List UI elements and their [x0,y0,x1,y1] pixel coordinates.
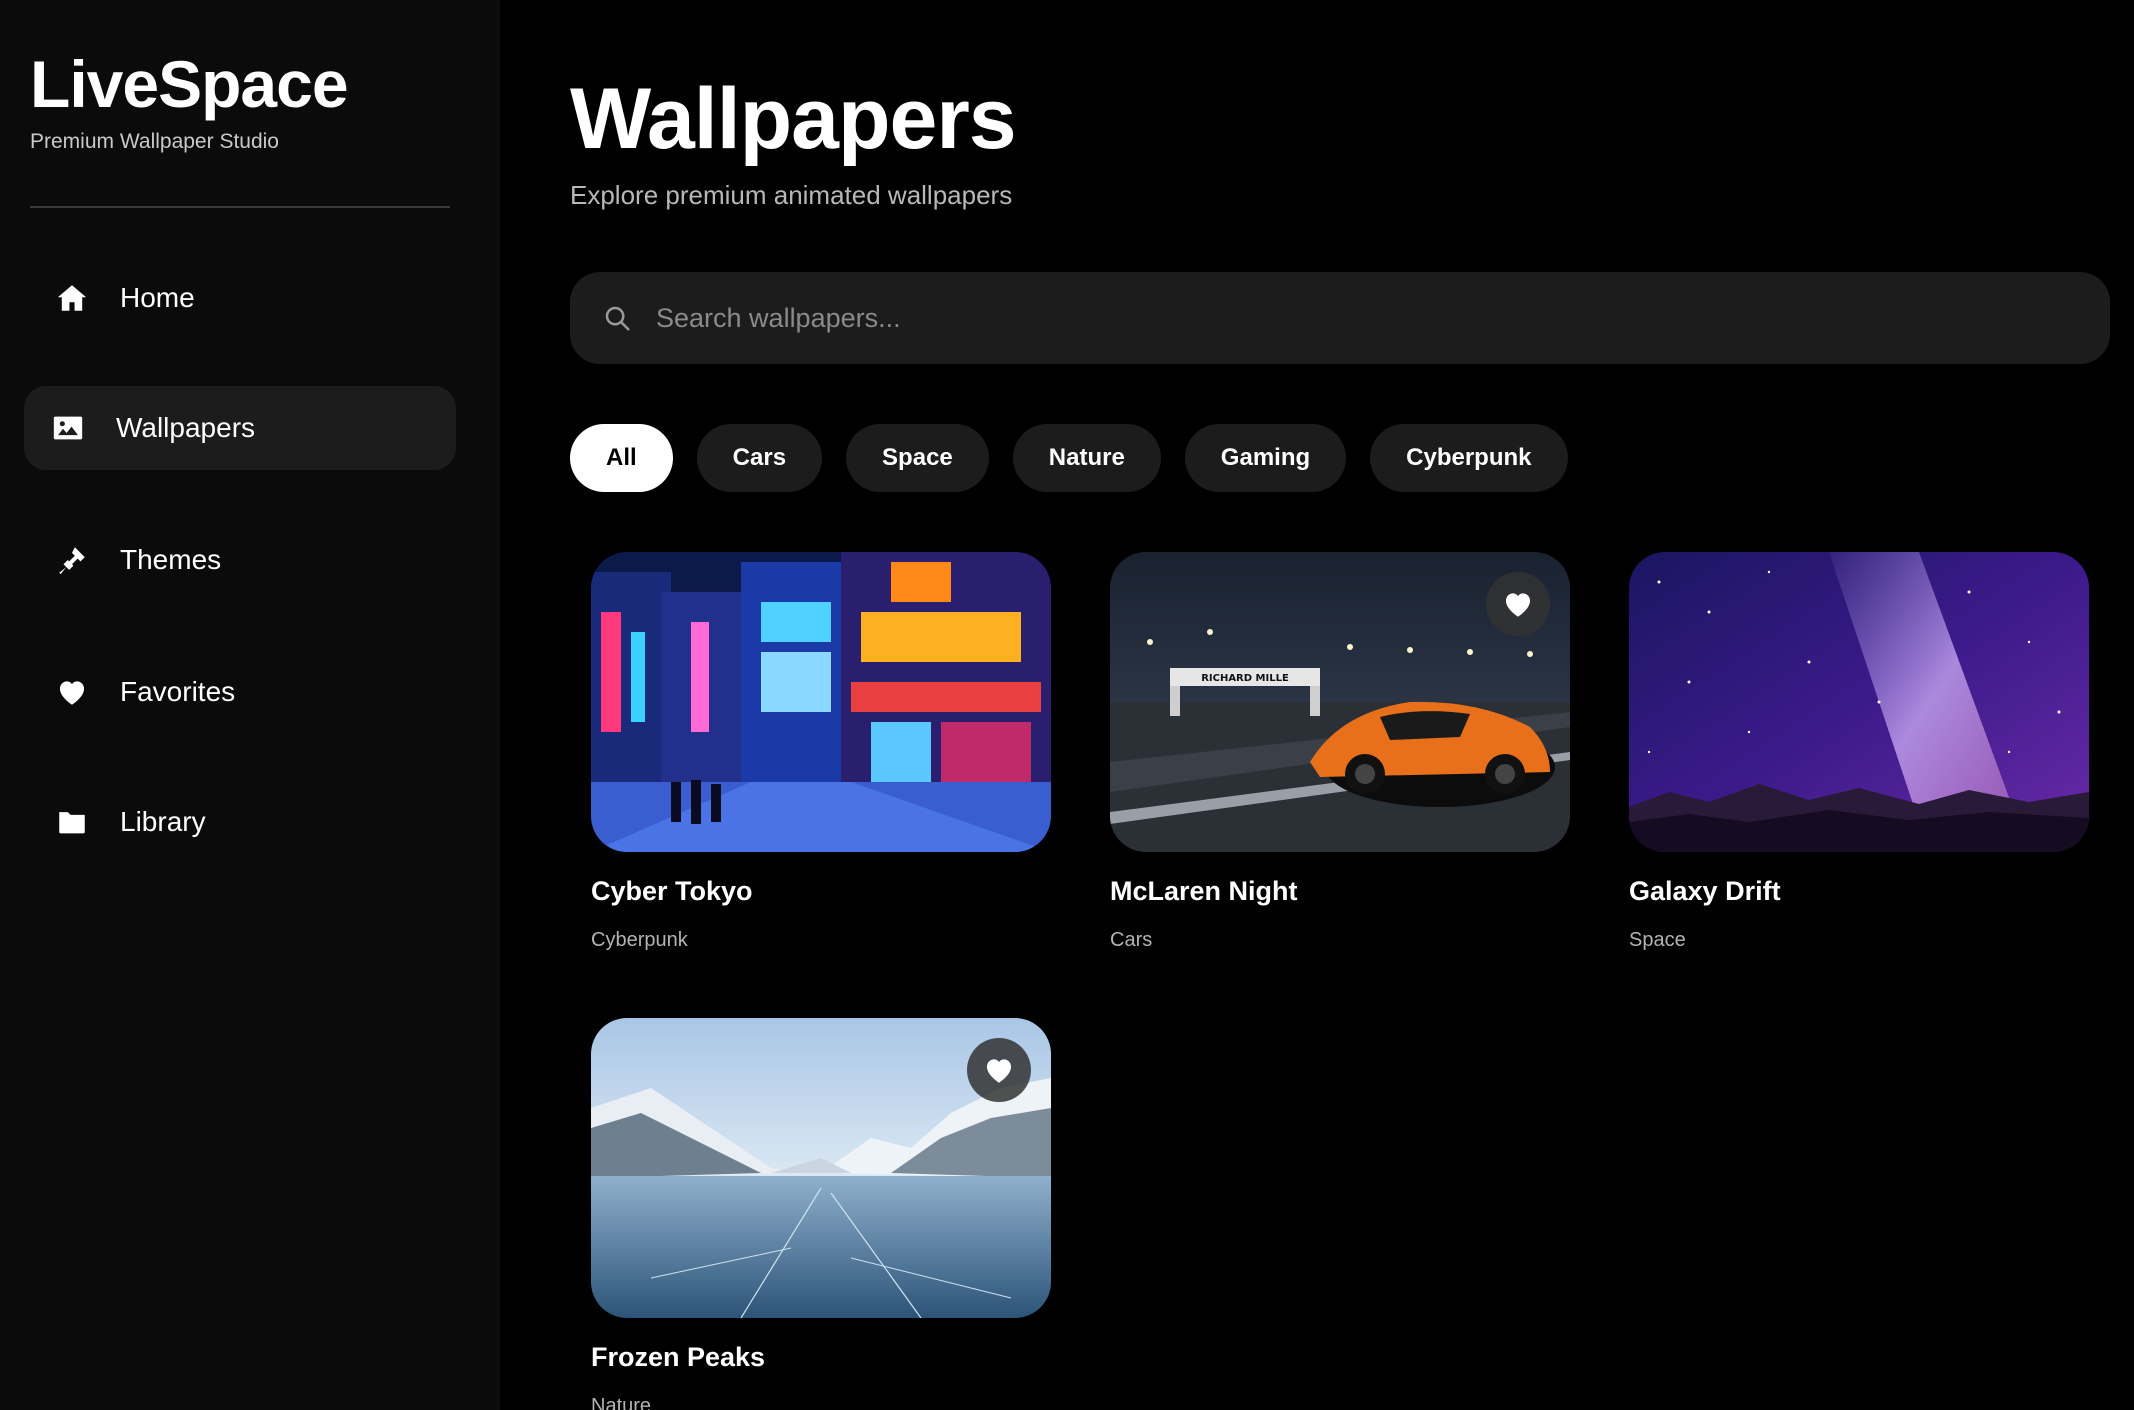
sidebar-item-favorites[interactable]: Favorites [24,650,456,734]
sidebar-item-themes[interactable]: Themes [24,518,456,602]
wallpaper-thumbnail[interactable] [591,552,1051,852]
wallpaper-title: Frozen Peaks [591,1342,766,1372]
wallpaper-card[interactable]: RICHARD MILLE McLaren Night Cars [1110,552,1570,952]
wallpaper-card[interactable]: Galaxy Drift Space [1629,552,2089,952]
wallpaper-thumbnail[interactable]: RICHARD MILLE [1110,552,1570,852]
app-logo: LiveSpace [30,47,349,121]
sidebar: LiveSpace Premium Wallpaper Studio Home … [0,0,500,1410]
wallpaper-category: Space [1629,929,1686,951]
brush-icon [54,542,90,578]
filter-chip-gaming[interactable]: Gaming [1184,424,1347,492]
filter-chips: All Cars Space Nature Gaming Cyberpunk [570,424,1568,492]
home-icon [54,280,90,316]
wallpaper-title: Galaxy Drift [1629,876,1781,906]
sidebar-item-label: Wallpapers [116,412,256,443]
wallpaper-card[interactable]: Frozen Peaks Nature [591,1018,1051,1410]
wallpaper-category: Cars [1110,929,1153,951]
billboard-text: RICHARD MILLE [1201,673,1289,684]
page-title: Wallpapers [570,71,1017,167]
sidebar-item-library[interactable]: Library [24,780,456,864]
search-bar[interactable] [570,272,2110,364]
wallpaper-title: Cyber Tokyo [591,876,753,906]
filter-chip-cyberpunk[interactable]: Cyberpunk [1370,424,1568,492]
sidebar-item-home[interactable]: Home [24,256,456,340]
sidebar-item-label: Library [120,806,206,837]
image-icon [50,410,86,446]
search-input[interactable] [656,288,2056,348]
folder-icon [54,804,90,840]
sidebar-item-label: Themes [120,544,222,575]
wallpaper-title: McLaren Night [1110,876,1298,906]
wallpaper-category: Cyberpunk [591,929,688,951]
favorite-button[interactable] [967,1038,1031,1102]
wallpaper-category: Nature [591,1395,652,1410]
filter-chip-space[interactable]: Space [846,424,989,492]
favorite-button[interactable] [1486,572,1550,636]
sidebar-divider [30,206,450,208]
heart-icon [986,1059,1012,1083]
filter-chip-all[interactable]: All [570,424,673,492]
page-subtitle: Explore premium animated wallpapers [570,180,1013,210]
search-icon [605,306,630,331]
main-content: Wallpapers Explore premium animated wall… [500,0,2134,1410]
app-tagline: Premium Wallpaper Studio [30,130,279,153]
sidebar-item-wallpapers[interactable]: Wallpapers [24,386,456,470]
wallpaper-card[interactable]: Cyber Tokyo Cyberpunk [591,552,1051,952]
wallpaper-thumbnail[interactable] [591,1018,1051,1318]
wallpaper-thumbnail[interactable] [1629,552,2089,852]
heart-icon [1505,593,1531,617]
filter-chip-cars[interactable]: Cars [696,424,823,492]
heart-icon [54,674,90,710]
sidebar-item-label: Favorites [120,676,236,707]
sidebar-item-label: Home [120,282,195,313]
filter-chip-nature[interactable]: Nature [1012,424,1161,492]
